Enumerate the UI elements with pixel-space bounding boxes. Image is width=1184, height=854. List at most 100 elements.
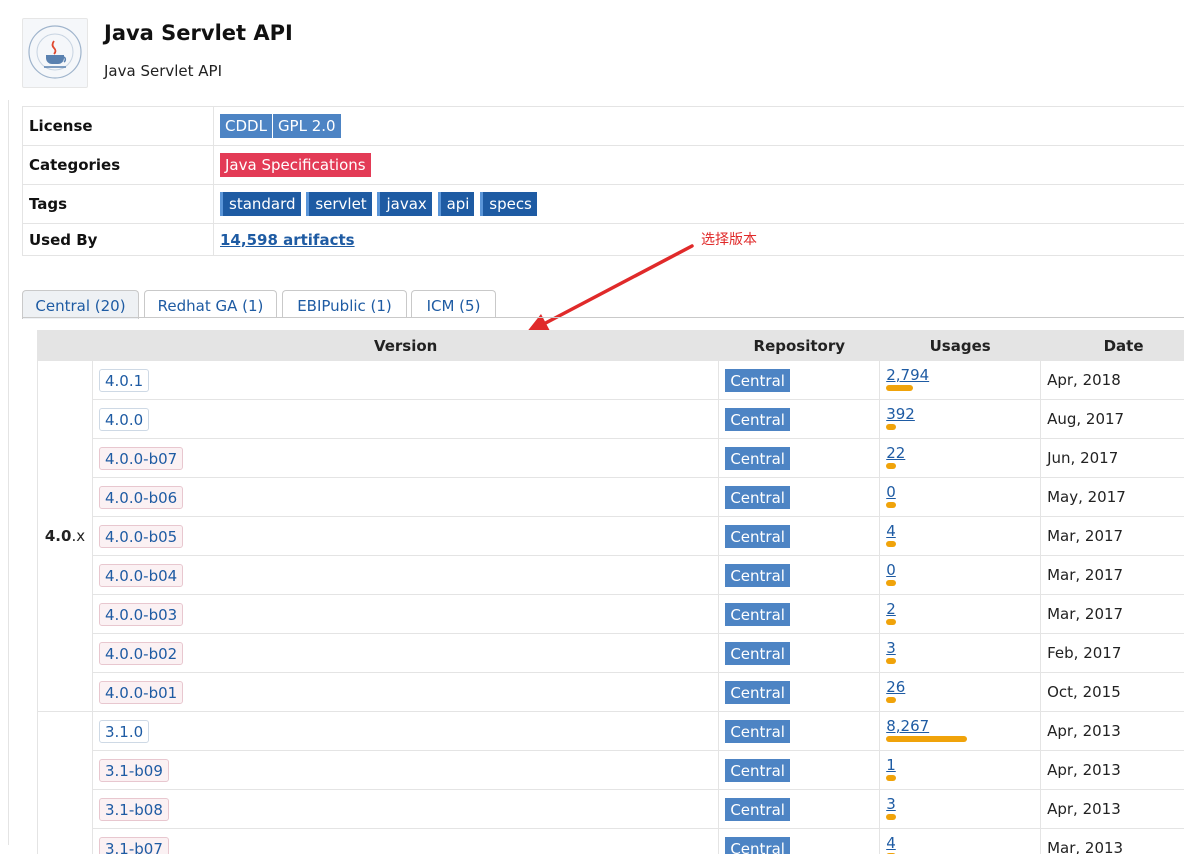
usages-header: Usages xyxy=(879,330,1042,361)
repository-badge[interactable]: Central xyxy=(725,368,790,392)
usage-bar xyxy=(886,697,897,703)
date-cell: Mar, 2017 xyxy=(1040,516,1184,556)
version-group-label: 4.0.x xyxy=(37,360,93,712)
tag-chip[interactable]: specs xyxy=(480,192,537,216)
version-link[interactable]: 4.0.0-b01 xyxy=(98,680,184,704)
tab-icm[interactable]: ICM (5) xyxy=(411,290,496,318)
usage-link[interactable]: 2 xyxy=(886,600,896,618)
repository-badge[interactable]: Central xyxy=(725,524,790,548)
tag-chip[interactable]: standard xyxy=(220,192,301,216)
repository-badge[interactable]: Central xyxy=(725,797,790,821)
category-chip[interactable]: Java Specifications xyxy=(220,153,371,177)
repository-badge[interactable]: Central xyxy=(725,407,790,431)
usage-link[interactable]: 8,267 xyxy=(886,717,929,735)
usages-cell: 3 xyxy=(879,633,1042,673)
version-link[interactable]: 4.0.0-b02 xyxy=(98,641,184,665)
usages-cell: 2,794 xyxy=(879,360,1042,400)
used-by-link[interactable]: 14,598 artifacts xyxy=(220,231,355,249)
categories-values: Java Specifications xyxy=(213,145,1184,185)
usage-link[interactable]: 0 xyxy=(886,483,896,501)
version-cell: 4.0.0-b01 xyxy=(91,672,720,712)
repository-badge[interactable]: Central xyxy=(725,680,790,704)
version-link[interactable]: 3.1-b08 xyxy=(98,797,169,821)
usage-link[interactable]: 392 xyxy=(886,405,915,423)
usage-bar xyxy=(886,736,968,742)
usage-link[interactable]: 2,794 xyxy=(886,366,929,384)
usage-link[interactable]: 3 xyxy=(886,795,896,813)
version-link[interactable]: 4.0.0-b04 xyxy=(98,563,184,587)
version-row: 4.0.0-b02 Central 3 Feb, 2017 xyxy=(38,633,1184,673)
version-link[interactable]: 4.0.0-b03 xyxy=(98,602,184,626)
repository-badge[interactable]: Central xyxy=(725,836,790,854)
repository-badge[interactable]: Central xyxy=(725,602,790,626)
version-link[interactable]: 4.0.0-b07 xyxy=(98,446,184,470)
repository-badge[interactable]: Central xyxy=(725,563,790,587)
tab-redhat-ga[interactable]: Redhat GA (1) xyxy=(144,290,277,318)
version-row: 3.1-b08 Central 3 Apr, 2013 xyxy=(38,789,1184,829)
usage-bar xyxy=(886,385,914,391)
tag-chip[interactable]: servlet xyxy=(306,192,372,216)
version-link[interactable]: 3.1-b09 xyxy=(98,758,169,782)
repository-cell: Central xyxy=(718,516,881,556)
version-link[interactable]: 3.1-b07 xyxy=(98,836,169,854)
usages-cell: 4 xyxy=(879,516,1042,556)
usage-link[interactable]: 4 xyxy=(886,834,896,852)
version-link[interactable]: 4.0.0 xyxy=(98,407,150,431)
repository-badge[interactable]: Central xyxy=(725,446,790,470)
date-cell: Aug, 2017 xyxy=(1040,399,1184,439)
usage-wrap: 8,267 xyxy=(886,712,1034,750)
version-row: 4.0.0-b04 Central 0 Mar, 2017 xyxy=(38,555,1184,595)
date-cell: Oct, 2015 xyxy=(1040,672,1184,712)
usage-link[interactable]: 22 xyxy=(886,444,905,462)
versions-table: Version Repository Usages Date 4.0.x 4.0.… xyxy=(37,330,1184,854)
repository-badge[interactable]: Central xyxy=(725,485,790,509)
usage-wrap: 26 xyxy=(886,673,1034,711)
repository-cell: Central xyxy=(718,672,881,712)
categories-label: Categories xyxy=(22,145,214,185)
usages-cell: 8,267 xyxy=(879,711,1042,751)
usage-link[interactable]: 4 xyxy=(886,522,896,540)
usages-cell: 392 xyxy=(879,399,1042,439)
version-cell: 4.0.1 xyxy=(91,360,720,400)
license-values: CDDL GPL 2.0 xyxy=(213,106,1184,146)
repository-badge[interactable]: Central xyxy=(725,758,790,782)
version-link[interactable]: 4.0.0-b05 xyxy=(98,524,184,548)
version-cell: 4.0.0-b07 xyxy=(91,438,720,478)
repository-cell: Central xyxy=(718,750,881,790)
version-cell: 4.0.0-b06 xyxy=(91,477,720,517)
license-label: License xyxy=(22,106,214,146)
version-cell: 3.1-b07 xyxy=(91,828,720,854)
repository-cell: Central xyxy=(718,633,881,673)
repository-cell: Central xyxy=(718,555,881,595)
usage-bar xyxy=(886,775,897,781)
repository-cell: Central xyxy=(718,789,881,829)
tab-central[interactable]: Central (20) xyxy=(22,290,139,319)
usage-link[interactable]: 3 xyxy=(886,639,896,657)
annotation-text: 选择版本 xyxy=(701,232,757,248)
repository-cell: Central xyxy=(718,360,881,400)
usage-link[interactable]: 26 xyxy=(886,678,905,696)
usage-bar xyxy=(886,580,897,586)
usage-link[interactable]: 1 xyxy=(886,756,896,774)
version-row: 4.0.0-b06 Central 0 May, 2017 xyxy=(38,477,1184,517)
repository-badge[interactable]: Central xyxy=(725,641,790,665)
version-link[interactable]: 4.0.1 xyxy=(98,368,150,392)
usage-wrap: 1 xyxy=(886,751,1034,789)
date-cell: Apr, 2013 xyxy=(1040,750,1184,790)
usages-cell: 22 xyxy=(879,438,1042,478)
usage-bar xyxy=(886,619,897,625)
usages-cell: 0 xyxy=(879,477,1042,517)
version-row: 3.1-b09 Central 1 Apr, 2013 xyxy=(38,750,1184,790)
repository-cell: Central xyxy=(718,438,881,478)
tag-chip[interactable]: api xyxy=(437,192,475,216)
license-chip[interactable]: GPL 2.0 xyxy=(272,114,341,138)
tab-ebipublic[interactable]: EBIPublic (1) xyxy=(282,290,407,318)
usages-cell: 26 xyxy=(879,672,1042,712)
version-link[interactable]: 3.1.0 xyxy=(98,719,150,743)
license-chip[interactable]: CDDL xyxy=(220,114,272,138)
tag-chip[interactable]: javax xyxy=(377,192,432,216)
version-link[interactable]: 4.0.0-b06 xyxy=(98,485,184,509)
repository-badge[interactable]: Central xyxy=(725,719,790,743)
versions-body: 4.0.x 4.0.1 Central 2,794 Apr, 2018 4.0.0 Cent… xyxy=(37,360,1184,854)
usage-link[interactable]: 0 xyxy=(886,561,896,579)
